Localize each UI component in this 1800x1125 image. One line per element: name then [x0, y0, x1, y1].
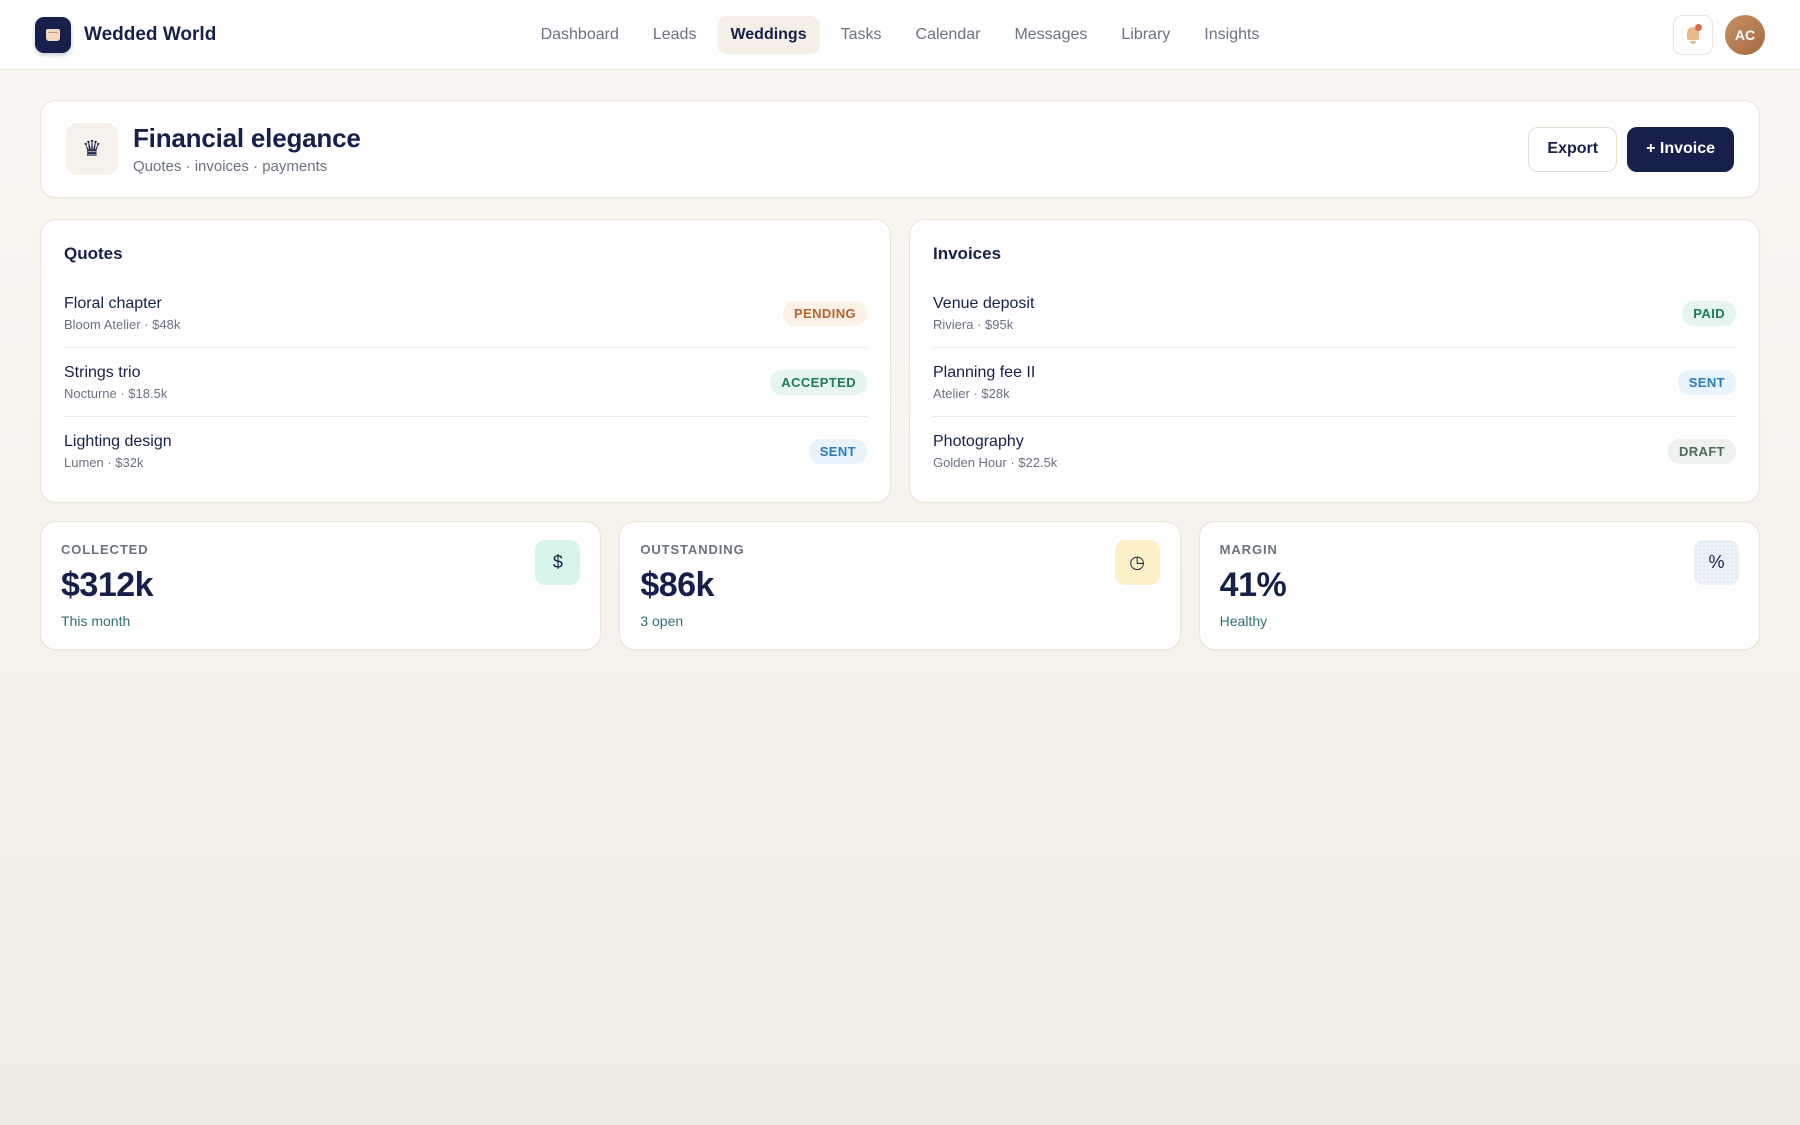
lists-section: Quotes Floral chapter Bloom Atelier · $4… [40, 219, 1760, 503]
invoice-name: Venue deposit [933, 294, 1035, 312]
crown-icon: ♛ [66, 123, 118, 175]
main-nav: Dashboard Leads Weddings Tasks Calendar … [528, 16, 1273, 54]
page-title: Financial elegance [133, 123, 361, 153]
stat-value: $312k [61, 566, 154, 604]
invoice-meta: Riviera · $95k [933, 316, 1014, 332]
nav-item-weddings[interactable]: Weddings [717, 16, 820, 54]
topbar-actions: AC [1673, 14, 1765, 55]
stat-value: 41% [1219, 566, 1287, 604]
quote-row[interactable]: Floral chapter Bloom Atelier · $48k PEND… [64, 279, 867, 348]
stat-value: $86k [640, 566, 714, 604]
top-navbar: Wedded World Dashboard Leads Weddings Ta… [0, 0, 1800, 70]
percent-icon: % [1693, 540, 1739, 585]
nav-item-messages[interactable]: Messages [1001, 16, 1100, 54]
export-button[interactable]: Export [1528, 126, 1618, 172]
invoice-row[interactable]: Planning fee II Atelier · $28k SENT [933, 348, 1736, 417]
clock-icon: ◷ [1114, 540, 1160, 585]
stat-card-outstanding: OUTSTANDING $86k 3 open ◷ [619, 521, 1181, 650]
invoice-row[interactable]: Venue deposit Riviera · $95k PAID [933, 279, 1736, 348]
status-badge: SENT [808, 439, 867, 464]
quote-name: Strings trio [64, 363, 141, 381]
stats-section: COLLECTED $312k This month $ OUTSTANDING… [40, 521, 1760, 650]
stat-card-collected: COLLECTED $312k This month $ [40, 521, 602, 650]
invoice-row[interactable]: Photography Golden Hour · $22.5k DRAFT [933, 417, 1736, 486]
invoice-meta: Golden Hour · $22.5k [933, 455, 1058, 470]
nav-item-leads[interactable]: Leads [640, 16, 710, 54]
invoice-meta: Atelier · $28k [933, 385, 1010, 401]
quote-meta: Lumen · $32k [64, 455, 144, 470]
page-header: ♛ Financial elegance Quotes · invoices ·… [40, 100, 1760, 198]
nav-item-calendar[interactable]: Calendar [903, 16, 994, 54]
notification-dot [1695, 23, 1702, 31]
stat-note: 3 open [640, 613, 684, 629]
status-badge: SENT [1677, 369, 1736, 395]
quote-name: Floral chapter [64, 294, 162, 312]
nav-item-insights[interactable]: Insights [1191, 16, 1272, 54]
quotes-card: Quotes Floral chapter Bloom Atelier · $4… [40, 219, 891, 503]
main-content: ♛ Financial elegance Quotes · invoices ·… [0, 70, 1800, 680]
status-badge: PAID [1682, 300, 1736, 326]
invoices-title: Invoices [933, 244, 1002, 263]
header-actions: Export + Invoice [1528, 126, 1734, 172]
new-invoice-button[interactable]: + Invoice [1627, 126, 1734, 172]
stat-label: OUTSTANDING [640, 542, 745, 557]
invoices-card: Invoices Venue deposit Riviera · $95k PA… [909, 219, 1760, 503]
quote-row[interactable]: Strings trio Nocturne · $18.5k ACCEPTED [64, 348, 867, 417]
stat-note: This month [61, 613, 131, 629]
notifications-button[interactable] [1673, 14, 1713, 55]
stat-note: Healthy [1219, 613, 1268, 629]
invoice-name: Photography [933, 433, 1024, 450]
status-badge: PENDING [782, 300, 867, 326]
nav-item-tasks[interactable]: Tasks [828, 16, 895, 54]
brand-name: Wedded World [84, 23, 217, 45]
quotes-title: Quotes [64, 244, 123, 263]
cake-icon [35, 16, 71, 53]
brand[interactable]: Wedded World [35, 16, 217, 53]
quote-name: Lighting design [64, 433, 172, 450]
user-avatar[interactable]: AC [1725, 14, 1765, 55]
quote-meta: Nocturne · $18.5k [64, 385, 168, 401]
nav-item-dashboard[interactable]: Dashboard [528, 16, 632, 54]
nav-item-library[interactable]: Library [1108, 16, 1183, 54]
quote-row[interactable]: Lighting design Lumen · $32k SENT [64, 417, 867, 486]
status-badge: ACCEPTED [770, 369, 867, 395]
stat-label: COLLECTED [61, 542, 149, 557]
stat-label: MARGIN [1219, 542, 1278, 557]
header-text: Financial elegance Quotes · invoices · p… [133, 123, 361, 175]
stat-card-margin: MARGIN 41% Healthy % [1198, 521, 1760, 650]
quote-meta: Bloom Atelier · $48k [64, 316, 181, 332]
page-subtitle: Quotes · invoices · payments [133, 158, 328, 175]
status-badge: DRAFT [1667, 439, 1736, 464]
dollar-icon: $ [535, 540, 581, 585]
invoice-name: Planning fee II [933, 363, 1036, 381]
